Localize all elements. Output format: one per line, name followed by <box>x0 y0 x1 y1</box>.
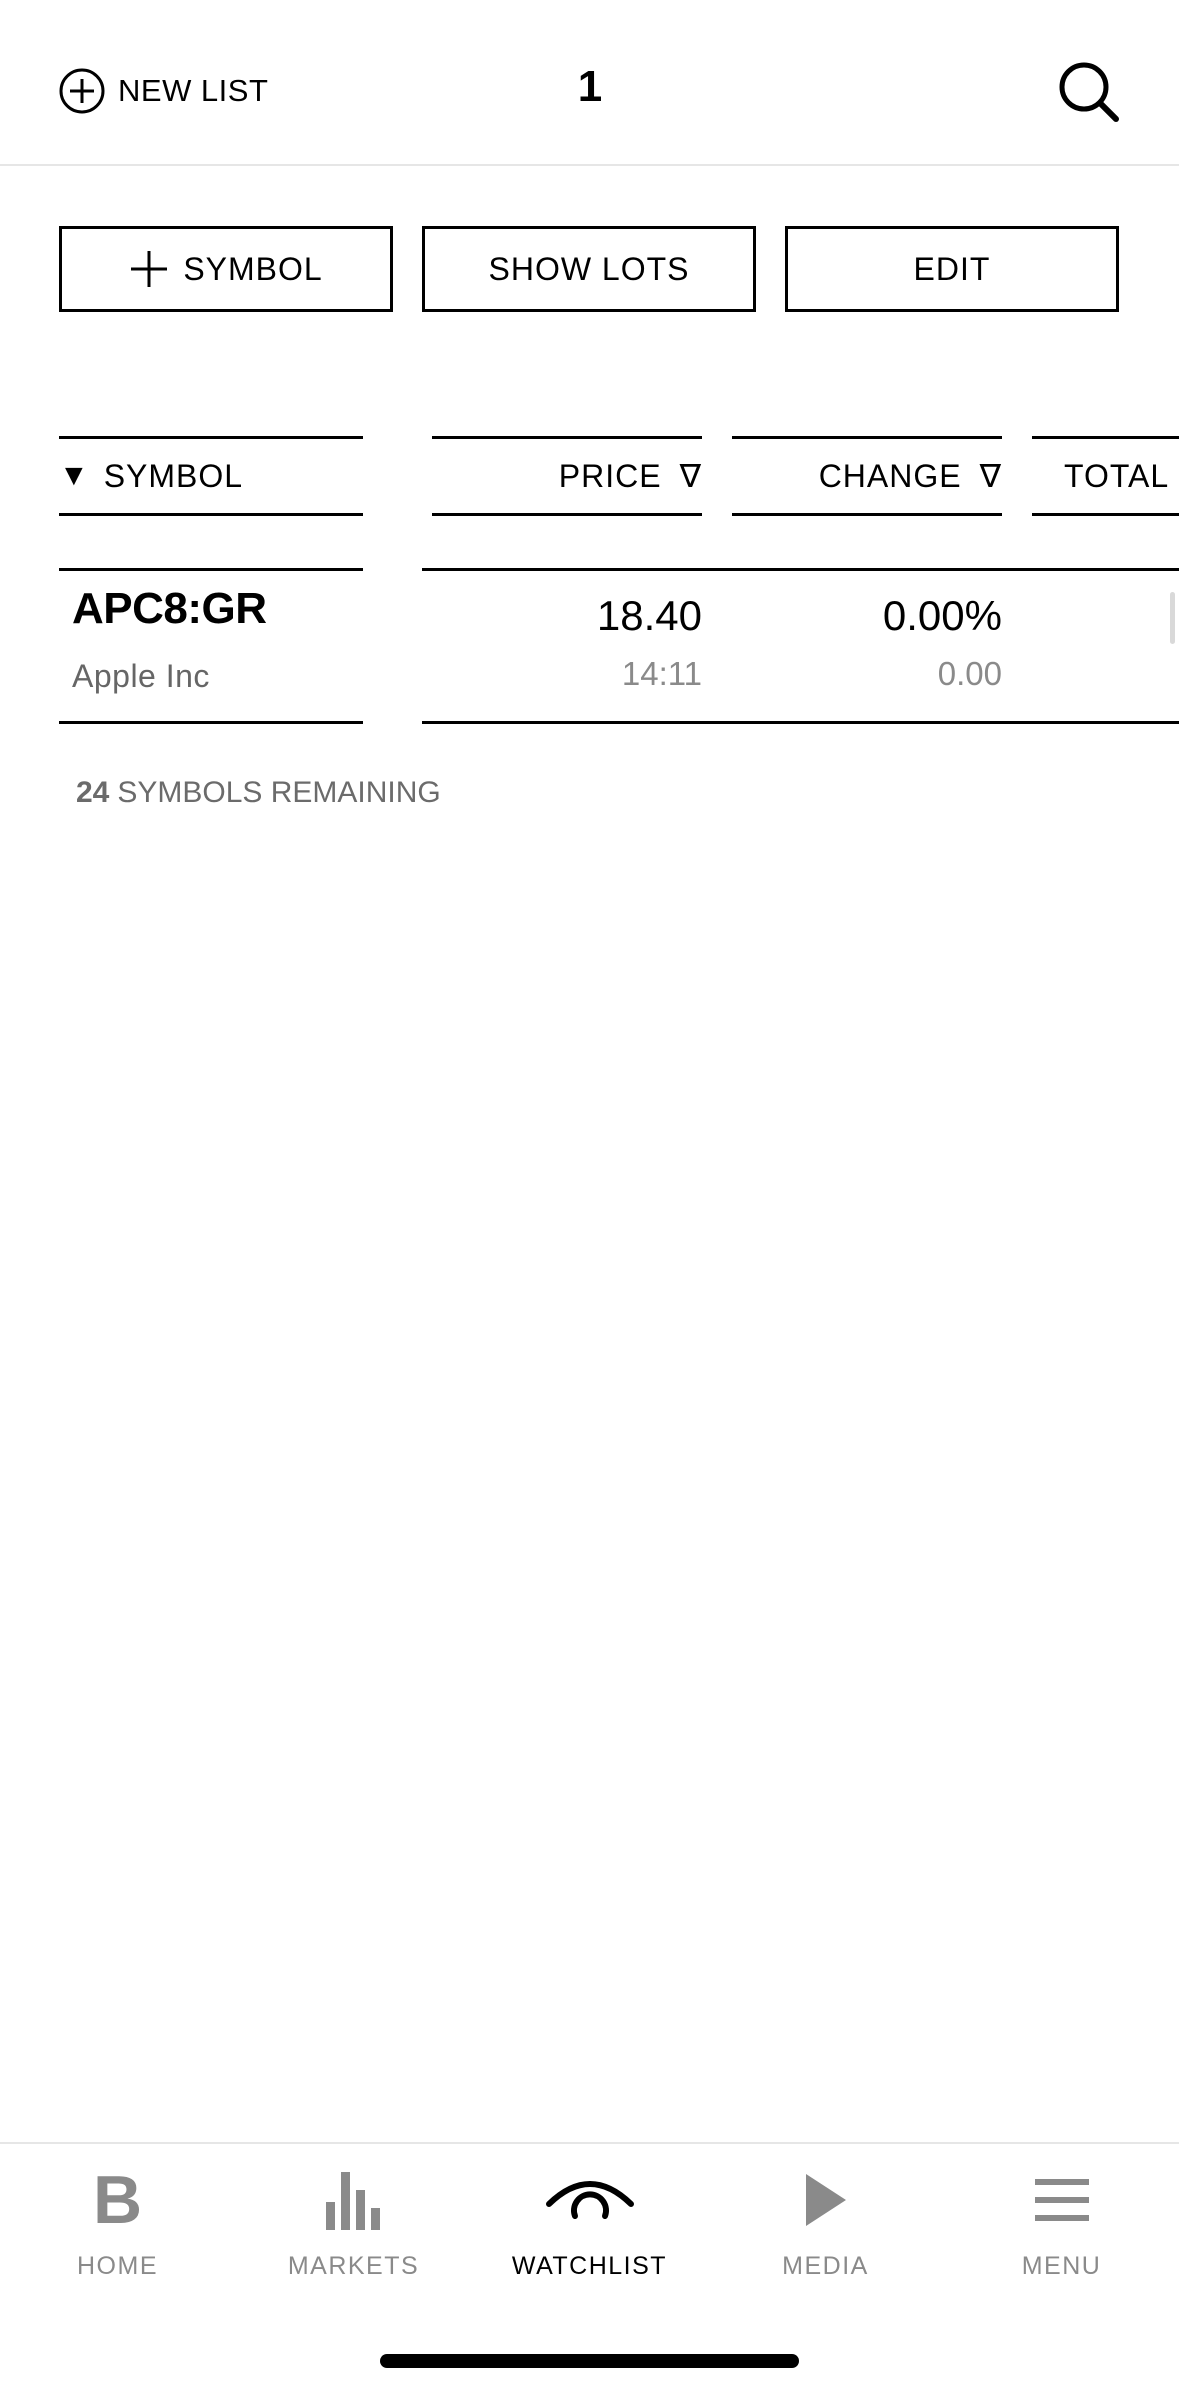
symbols-remaining-count: 24 <box>76 776 110 809</box>
symbols-remaining-label: SYMBOLS REMAINING <box>117 776 441 809</box>
hamburger-icon <box>1034 2179 1089 2221</box>
new-list-label: NEW LIST <box>118 73 269 108</box>
play-icon <box>805 2174 846 2226</box>
new-list-button[interactable]: NEW LIST <box>58 66 268 116</box>
tab-watchlist-label: WATCHLIST <box>511 2252 668 2280</box>
column-label-symbol: SYMBOL <box>103 457 244 494</box>
symbols-remaining: 24 SYMBOLS REMAINING <box>76 776 441 810</box>
row-timestamp: 14:11 <box>621 655 702 692</box>
plus-circle-icon <box>59 68 105 114</box>
tab-watchlist[interactable]: WATCHLIST <box>472 2160 707 2300</box>
row-ticker: APC8:GR <box>72 584 267 633</box>
home-indicator[interactable] <box>380 2354 799 2368</box>
bloomberg-b-icon: B <box>92 2162 143 2238</box>
column-header-symbol[interactable]: ▼ SYMBOL <box>59 436 363 516</box>
row-price: 18.40 <box>596 592 702 639</box>
column-label-total: TOTAL <box>1064 457 1170 494</box>
row-change-value: 0.00 <box>937 655 1002 692</box>
tab-menu[interactable]: MENU <box>944 2160 1179 2300</box>
column-label-price: PRICE <box>558 457 662 494</box>
tab-menu-label: MENU <box>1021 2252 1102 2280</box>
add-symbol-button[interactable]: SYMBOL <box>59 226 393 312</box>
bar-chart-icon <box>325 2172 380 2230</box>
column-header-change[interactable]: CHANGE ∇ <box>732 436 1002 516</box>
plus-icon <box>131 251 168 287</box>
tab-home-label: HOME <box>77 2252 158 2280</box>
column-header-total[interactable]: TOTAL <box>1032 436 1179 516</box>
horizontal-scroll-indicator <box>1170 592 1175 644</box>
sort-descending-icon: ▼ <box>59 459 90 492</box>
tab-media[interactable]: MEDIA <box>708 2160 943 2300</box>
watchlist-title[interactable]: 1 <box>540 62 640 112</box>
tab-media-label: MEDIA <box>782 2252 869 2280</box>
row-change-percent: 0.00% <box>882 592 1002 639</box>
eye-icon <box>545 2181 634 2219</box>
tab-markets[interactable]: MARKETS <box>236 2160 471 2300</box>
add-symbol-label: SYMBOL <box>183 250 323 287</box>
sort-icon: ∇ <box>679 458 702 494</box>
column-header-price[interactable]: PRICE ∇ <box>432 436 702 516</box>
sort-icon: ∇ <box>979 458 1002 494</box>
tab-home[interactable]: B HOME <box>0 2160 235 2300</box>
show-lots-button[interactable]: SHOW LOTS <box>422 226 756 312</box>
edit-button[interactable]: EDIT <box>785 226 1119 312</box>
column-label-change: CHANGE <box>818 457 962 494</box>
row-company-name: Apple Inc <box>72 658 210 694</box>
tab-markets-label: MARKETS <box>287 2252 420 2280</box>
search-icon[interactable] <box>1055 58 1121 124</box>
